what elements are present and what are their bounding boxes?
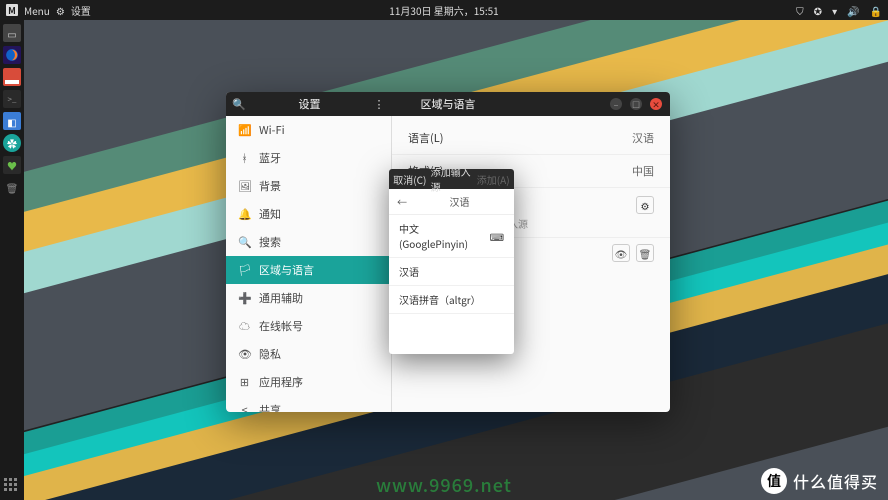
brand-text: 什么值得买 (793, 469, 878, 493)
breadcrumb-label: 汉语 (413, 194, 506, 209)
ime-remove-button[interactable]: 🗑 (636, 244, 654, 262)
language-value: 汉语 (632, 130, 654, 146)
sidebar-item-search[interactable]: 🔍搜索 (226, 228, 391, 256)
shield-icon[interactable]: ⛉ (796, 3, 804, 18)
manjaro-logo-icon[interactable]: M (6, 4, 18, 16)
add-input-source-dialog: 取消(C) 添加输入源 添加(A) ← 汉语 中文 (GooglePinyin)… (389, 169, 514, 354)
bluetooth-icon: ᚼ (238, 150, 251, 166)
back-icon[interactable]: ← (397, 194, 407, 209)
sidebar-item-applications[interactable]: ⊞应用程序 (226, 368, 391, 396)
sidebar-item-wifi[interactable]: 📶Wi-Fi (226, 116, 391, 144)
window-titlebar[interactable]: 🔍 设置 ⋮ 区域与语言 – ☐ ✕ (226, 92, 670, 116)
show-apps-button[interactable] (4, 478, 20, 494)
window-minimize-button[interactable]: – (610, 98, 622, 110)
language-label: 语言(L) (408, 130, 443, 146)
eye-icon: 👁 (238, 346, 251, 362)
dock-item-tweaks[interactable]: ♥ (3, 156, 21, 174)
dialog-cancel-button[interactable]: 取消(C) (389, 169, 431, 189)
dialog-add-button[interactable]: 添加(A) (472, 169, 514, 189)
dock-item-firefox[interactable] (3, 46, 21, 64)
clock[interactable]: 11月30日 星期六，15:51 (389, 3, 498, 18)
keyboard-icon: ⌨ (490, 229, 504, 244)
share-icon: < (238, 402, 251, 412)
language-row[interactable]: 语言(L) 汉语 (392, 122, 670, 155)
dialog-title: 添加输入源 (431, 169, 473, 189)
sidebar-item-background[interactable]: 🖼背景 (226, 172, 391, 200)
left-dock: ▭ >_ ◧ ✿ ♥ 🗑 (0, 20, 24, 500)
window-maximize-button[interactable]: ☐ (630, 98, 642, 110)
grid-icon: ⊞ (238, 374, 251, 390)
ime-option-pinyin-altgr[interactable]: 汉语拼音（altgr） (389, 286, 514, 314)
sidebar-item-region-language[interactable]: 🏳区域与语言 (226, 256, 391, 284)
window-close-button[interactable]: ✕ (650, 98, 662, 110)
brand-badge: 值 (761, 468, 787, 494)
menu-button[interactable]: Menu (24, 3, 50, 18)
sidebar-item-accessibility[interactable]: ➕通用辅助 (226, 284, 391, 312)
sidebar-item-privacy[interactable]: 👁隐私 (226, 340, 391, 368)
panel-center-title: 区域与语言 (421, 96, 476, 112)
wifi-icon: 📶 (238, 122, 251, 138)
sidebar-item-sharing[interactable]: <共享 (226, 396, 391, 412)
dock-item-software[interactable]: ◧ (3, 112, 21, 130)
sidebar-item-notifications[interactable]: 🔔通知 (226, 200, 391, 228)
search-icon[interactable]: 🔍 (226, 96, 252, 112)
input-options-button[interactable]: ⚙ (636, 196, 654, 214)
dock-item-files[interactable]: ▭ (3, 24, 21, 42)
volume-icon[interactable]: 🔊 (847, 3, 859, 18)
flag-icon: 🏳 (238, 262, 251, 278)
settings-sidebar: 📶Wi-Fi ᚼ蓝牙 🖼背景 🔔通知 🔍搜索 🏳区域与语言 ➕通用辅助 ☁在线帐… (226, 116, 392, 412)
ime-option-google-pinyin[interactable]: 中文 (GooglePinyin) ⌨ (389, 215, 514, 258)
plus-icon: ➕ (238, 290, 251, 306)
dock-item-settings[interactable]: ✿ (3, 134, 21, 152)
dock-item-screenshot[interactable] (3, 68, 21, 86)
top-panel: M Menu ⚙ 设置 11月30日 星期六，15:51 ⛉ ✪ ▾ 🔊 🔒 (0, 0, 888, 20)
dock-item-trash[interactable]: 🗑 (3, 178, 21, 196)
gear-icon: ⚙ (56, 3, 65, 18)
search-icon: 🔍 (238, 234, 251, 250)
sidebar-item-online-accounts[interactable]: ☁在线帐号 (226, 312, 391, 340)
background-icon: 🖼 (238, 178, 251, 194)
ime-option-chinese[interactable]: 汉语 (389, 258, 514, 286)
network-icon[interactable]: ▾ (832, 3, 837, 18)
brand-logo: 值 什么值得买 (761, 468, 878, 494)
formats-value: 中国 (632, 163, 654, 179)
cloud-icon: ☁ (238, 318, 251, 334)
ime-preview-button[interactable]: 👁 (612, 244, 630, 262)
ime-indicator-icon[interactable]: ✪ (814, 3, 822, 18)
bell-icon: 🔔 (238, 206, 251, 222)
active-app-label[interactable]: 设置 (71, 3, 91, 18)
watermark-text: www.9969.net (376, 472, 512, 498)
panel-left-title: 设置 (252, 96, 367, 112)
sidebar-item-bluetooth[interactable]: ᚼ蓝牙 (226, 144, 391, 172)
hamburger-menu-icon[interactable]: ⋮ (367, 96, 392, 112)
lock-icon[interactable]: 🔒 (870, 3, 882, 18)
dialog-header: 取消(C) 添加输入源 添加(A) (389, 169, 514, 189)
dock-item-terminal[interactable]: >_ (3, 90, 21, 108)
